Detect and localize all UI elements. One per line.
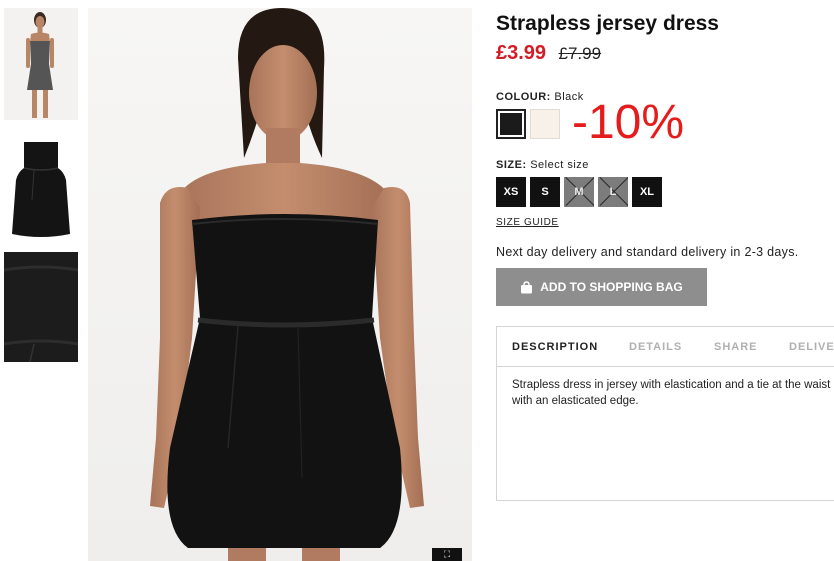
size-label: SIZE: (496, 159, 527, 171)
size-option-l[interactable]: L (598, 177, 628, 207)
shopping-bag-icon (521, 280, 533, 293)
size-label-row: SIZE: Select size (496, 159, 589, 171)
description-text: Strapless dress in jersey with elasticat… (512, 377, 834, 409)
discount-badge: -10% (572, 96, 685, 149)
tab-delivery[interactable]: DELIVERY (789, 341, 834, 353)
size-option-m[interactable]: M (564, 177, 594, 207)
size-option-xs[interactable]: XS (496, 177, 526, 207)
thumbnail-flat-dress[interactable] (4, 130, 78, 242)
thumbnail-fabric-detail[interactable] (4, 252, 78, 362)
tab-description[interactable]: DESCRIPTION (512, 341, 598, 353)
price-row: £3.99 £7.99 (496, 42, 601, 65)
size-guide-link[interactable]: SIZE GUIDE (496, 217, 559, 228)
product-title: Strapless jersey dress (496, 12, 719, 35)
tab-share[interactable]: SHARE (714, 341, 758, 353)
fabric-detail-thumbnail-image (4, 252, 78, 362)
add-to-bag-label: ADD TO SHOPPING BAG (540, 280, 683, 294)
delivery-note: Next day delivery and standard delivery … (496, 245, 799, 259)
product-info-tabs: DESCRIPTION DETAILS SHARE DELIVERY Strap… (496, 326, 834, 501)
dress-flat-thumbnail-image (4, 130, 78, 242)
description-line-1: Strapless dress in jersey with elasticat… (512, 379, 831, 391)
add-to-bag-button[interactable]: ADD TO SHOPPING BAG (496, 268, 707, 306)
size-option-s[interactable]: S (530, 177, 560, 207)
swatch-black[interactable] (496, 109, 526, 139)
main-product-image[interactable] (88, 8, 472, 561)
original-price: £7.99 (558, 44, 602, 63)
size-value: Select size (530, 159, 589, 171)
tab-details[interactable]: DETAILS (629, 341, 682, 353)
size-option-label: XL (639, 186, 655, 198)
size-option-label: XS (503, 186, 519, 198)
size-option-label: L (609, 186, 617, 198)
size-option-xl[interactable]: XL (632, 177, 662, 207)
tab-bar: DESCRIPTION DETAILS SHARE DELIVERY (497, 327, 834, 367)
swatch-cream[interactable] (530, 109, 560, 139)
thumbnail-full-front[interactable] (4, 8, 78, 120)
model-wearing-dress-image (150, 8, 424, 561)
colour-label-row: COLOUR: Black (496, 91, 584, 103)
size-selector: XS S M L XL (496, 177, 662, 207)
swatch-black-fill (500, 113, 522, 135)
size-option-label: S (541, 186, 549, 198)
dress-model-thumbnail-image (4, 8, 78, 120)
colour-label: COLOUR: (496, 91, 551, 103)
sale-price: £3.99 (496, 42, 547, 64)
description-line-2: with an elasticated edge. (512, 395, 639, 407)
expand-icon[interactable]: ⛶ (432, 548, 462, 561)
size-option-label: M (574, 186, 584, 198)
